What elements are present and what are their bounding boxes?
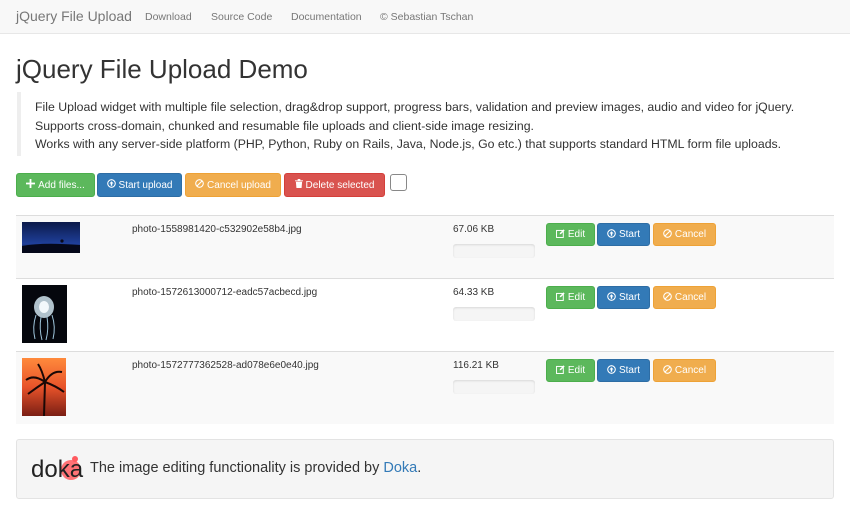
file-size: 116.21 KB (453, 360, 499, 371)
credit-text: The image editing functionality is provi… (90, 460, 421, 476)
edit-label: Edit (567, 229, 586, 240)
description-line: File Upload widget with multiple file se… (35, 100, 795, 114)
cancel-label: Cancel (674, 292, 707, 303)
start-label: Start (618, 229, 641, 240)
table-row: photo-1558981420-c532902e58b4.jpg 67.06 … (16, 215, 834, 278)
plus-icon (26, 179, 36, 191)
edit-icon (555, 291, 565, 304)
start-label: Start (618, 365, 641, 376)
cancel-label: Cancel (674, 365, 707, 376)
cancel-button[interactable]: Cancel (653, 359, 716, 382)
start-button[interactable]: Start (597, 286, 650, 309)
page-title: jQuery File Upload Demo (16, 54, 308, 84)
file-thumbnail (22, 285, 67, 343)
start-upload-button[interactable]: Start upload (97, 173, 182, 197)
trash-icon (294, 179, 303, 191)
ban-icon (195, 179, 204, 191)
nav-link-author[interactable]: © Sebastian Tschan (380, 11, 473, 23)
navbar-brand[interactable]: jQuery File Upload (16, 8, 132, 24)
edit-button[interactable]: Edit (546, 286, 595, 309)
start-label: Start (618, 292, 641, 303)
navbar: jQuery File Upload Download Source Code … (0, 0, 850, 34)
ban-icon (663, 228, 672, 241)
upload-progress-bar (453, 380, 535, 394)
table-row: photo-1572777362528-ad078e6e0e40.jpg 116… (16, 351, 834, 424)
file-name: photo-1558981420-c532902e58b4.jpg (132, 224, 302, 235)
upload-progress-bar (453, 307, 535, 321)
doka-link[interactable]: Doka (383, 460, 417, 476)
upload-circle-icon (607, 228, 616, 241)
credit-suffix: . (417, 460, 422, 476)
edit-label: Edit (567, 292, 586, 303)
delete-selected-button[interactable]: Delete selected (284, 173, 385, 197)
edit-icon (555, 228, 565, 241)
add-files-label: Add files... (38, 179, 85, 191)
file-size: 64.33 KB (453, 287, 495, 298)
upload-progress-bar (453, 244, 535, 258)
file-name: photo-1572613000712-eadc57acbecd.jpg (132, 287, 318, 298)
cancel-button[interactable]: Cancel (653, 223, 716, 246)
ban-icon (663, 364, 672, 377)
upload-circle-icon (607, 291, 616, 304)
nav-link-download[interactable]: Download (145, 11, 192, 23)
delete-selected-label: Delete selected (305, 179, 375, 191)
edit-button[interactable]: Edit (546, 223, 595, 246)
doka-logo-text: doka (31, 456, 84, 483)
credit-panel: doka The image editing functionality is … (16, 439, 834, 499)
start-button[interactable]: Start (597, 359, 650, 382)
nav-link-documentation[interactable]: Documentation (291, 11, 362, 23)
description-blockquote: File Upload widget with multiple file se… (17, 92, 817, 156)
file-thumbnail (22, 358, 66, 416)
cancel-button[interactable]: Cancel (653, 286, 716, 309)
select-all-checkbox[interactable] (390, 174, 407, 191)
upload-circle-icon (106, 179, 116, 191)
cancel-label: Cancel (674, 229, 707, 240)
cancel-upload-button[interactable]: Cancel upload (185, 173, 281, 197)
description-line: Works with any server-side platform (PHP… (35, 137, 782, 151)
start-upload-label: Start upload (118, 179, 173, 191)
edit-icon (555, 364, 565, 377)
file-thumbnail (22, 222, 80, 253)
upload-circle-icon (607, 364, 616, 377)
cancel-upload-label: Cancel upload (207, 179, 271, 191)
credit-message: The image editing functionality is provi… (90, 460, 384, 476)
description-line: Supports cross-domain, chunked and resum… (35, 118, 534, 133)
file-size: 67.06 KB (453, 224, 495, 235)
edit-label: Edit (567, 365, 586, 376)
nav-link-source-code[interactable]: Source Code (211, 11, 272, 23)
add-files-button[interactable]: Add files... (16, 173, 95, 197)
table-row: photo-1572613000712-eadc57acbecd.jpg 64.… (16, 278, 834, 351)
edit-button[interactable]: Edit (546, 359, 595, 382)
ban-icon (663, 291, 672, 304)
doka-logo: doka (31, 456, 84, 483)
file-name: photo-1572777362528-ad078e6e0e40.jpg (132, 360, 319, 371)
start-button[interactable]: Start (597, 223, 650, 246)
